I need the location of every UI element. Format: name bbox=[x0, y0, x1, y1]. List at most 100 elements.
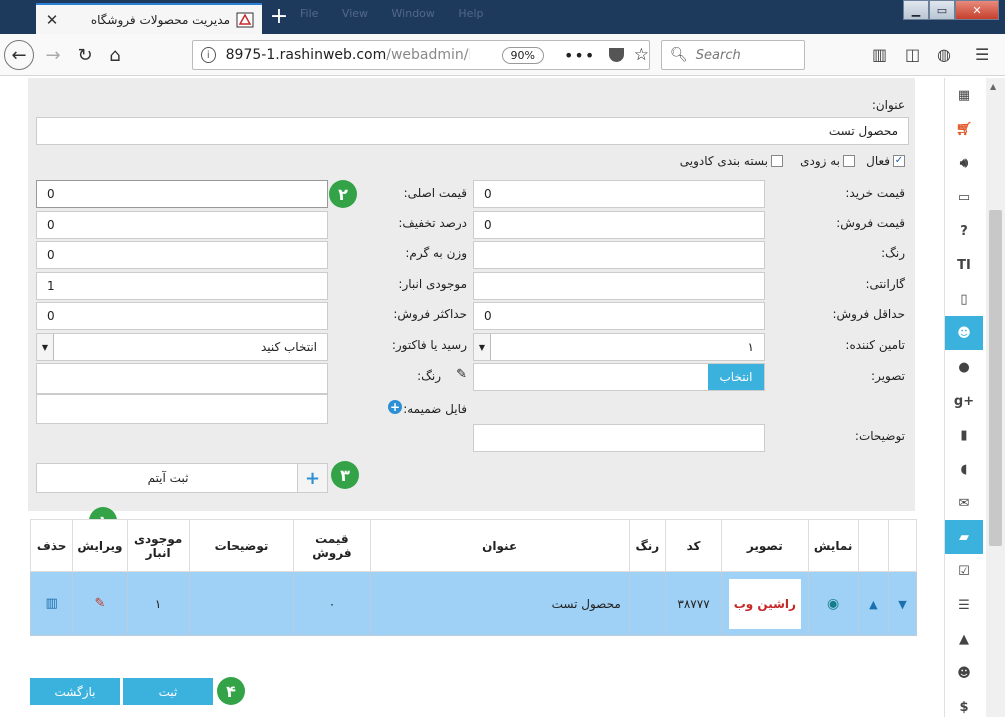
active-checkbox-label: فعال bbox=[866, 154, 890, 168]
add-item-plus-button[interactable]: + bbox=[297, 464, 327, 492]
search-input[interactable]: 🔍︎ Search bbox=[661, 40, 805, 70]
back-arrow-icon[interactable]: ← bbox=[4, 40, 34, 70]
gift-wrap-checkbox-box[interactable] bbox=[771, 155, 783, 167]
monitor-icon[interactable]: ▭ bbox=[945, 180, 983, 214]
user-icon[interactable]: ● bbox=[945, 350, 983, 384]
color-picker-input[interactable] bbox=[36, 363, 328, 394]
trash-icon[interactable]: ▥ bbox=[45, 596, 57, 611]
forward-arrow-icon[interactable]: → bbox=[38, 40, 68, 70]
text-size-icon[interactable]: TI bbox=[945, 248, 983, 282]
title-input[interactable]: محصول تست bbox=[36, 117, 909, 145]
supplier-selected-value: ۱ bbox=[747, 340, 754, 354]
chevron-down-icon[interactable]: ▼ bbox=[37, 334, 54, 360]
step-badge-3: ۳ bbox=[331, 461, 359, 489]
minimize-button[interactable]: ▁ bbox=[903, 0, 929, 20]
sidebar-toggle-icon[interactable]: ◫ bbox=[905, 45, 920, 64]
bookmark-star-icon[interactable]: ☆ bbox=[634, 45, 649, 65]
window-controls: ▁ ▭ ✕ bbox=[903, 0, 999, 20]
dollar-icon[interactable]: $ bbox=[945, 690, 983, 717]
max-sale-input[interactable]: 0 bbox=[36, 302, 328, 330]
image-path-input[interactable]: انتخاب bbox=[473, 363, 765, 391]
arrow-down-icon[interactable]: ▼ bbox=[898, 598, 906, 611]
step-badge-4: ۴ bbox=[217, 677, 245, 705]
hamburger-menu-icon[interactable]: ☰ bbox=[975, 45, 989, 64]
coming-soon-checkbox-box[interactable] bbox=[843, 155, 855, 167]
page-actions-icon[interactable]: ••• bbox=[564, 46, 595, 65]
mobile-icon[interactable]: ▮ bbox=[945, 418, 983, 452]
description-input[interactable] bbox=[473, 424, 765, 452]
google-plus-icon[interactable]: g+ bbox=[945, 384, 983, 418]
group-icon[interactable]: ☻ bbox=[945, 656, 983, 690]
maximize-button[interactable]: ▭ bbox=[929, 0, 955, 20]
film-icon[interactable]: ▦ bbox=[945, 78, 983, 112]
question-icon[interactable]: ? bbox=[945, 214, 983, 248]
pencil-icon[interactable]: ✎ bbox=[94, 596, 105, 611]
scroll-up-icon[interactable]: ▲ bbox=[990, 82, 996, 91]
road-icon[interactable]: ▲ bbox=[945, 622, 983, 656]
speaker-icon[interactable]: 🔊︎ bbox=[945, 146, 983, 180]
library-icon[interactable]: ▥ bbox=[872, 45, 887, 64]
menu-item-window[interactable]: Window bbox=[392, 7, 435, 20]
close-tab-icon[interactable]: ✕ bbox=[44, 11, 60, 29]
active-checkbox[interactable]: ✓ فعال bbox=[866, 154, 905, 168]
add-attachment-icon[interactable]: + bbox=[388, 400, 402, 414]
checkbox-icon[interactable]: ☑ bbox=[945, 554, 983, 588]
invoice-select[interactable]: انتخاب کنید ▼ bbox=[36, 333, 328, 361]
move-up-cell: ▲ bbox=[857, 571, 889, 636]
discount-percent-input[interactable]: 0 bbox=[36, 211, 328, 239]
reload-icon[interactable]: ↻ bbox=[70, 40, 100, 70]
gift-wrap-checkbox-label: بسته بندی کادویی bbox=[679, 154, 768, 168]
add-item-label[interactable]: ثبت آیتم bbox=[37, 464, 299, 492]
menu-item-file[interactable]: File bbox=[300, 7, 318, 20]
original-price-input[interactable]: 0 bbox=[36, 180, 328, 208]
address-bar[interactable]: i 8975-1.rashinweb.com/webadmin/Eshop 90… bbox=[192, 40, 650, 70]
attachment-input[interactable] bbox=[36, 394, 328, 424]
stock-input[interactable]: 1 bbox=[36, 272, 328, 300]
sale-price-input[interactable]: 0 bbox=[473, 211, 765, 239]
menu-item-help[interactable]: Help bbox=[458, 7, 483, 20]
menu-bar: File View Window Help bbox=[300, 7, 503, 20]
info-icon[interactable]: i bbox=[201, 47, 216, 63]
file-icon[interactable]: ▯ bbox=[945, 282, 983, 316]
purchase-price-input[interactable]: 0 bbox=[473, 180, 765, 208]
close-window-button[interactable]: ✕ bbox=[955, 0, 999, 20]
page-scrollbar[interactable]: ▲ bbox=[986, 78, 1005, 717]
active-checkbox-box[interactable]: ✓ bbox=[893, 155, 905, 167]
weight-input[interactable]: 0 bbox=[36, 241, 328, 269]
url-path: /webadmin/Eshop bbox=[386, 47, 469, 63]
menu-item-view[interactable]: View bbox=[342, 7, 368, 20]
arrow-up-icon[interactable]: ▲ bbox=[869, 598, 877, 611]
coming-soon-checkbox[interactable]: به زودی bbox=[800, 154, 855, 168]
new-tab-button[interactable]: + bbox=[268, 5, 290, 29]
eyedropper-icon[interactable]: ✎ bbox=[456, 367, 467, 382]
url-text[interactable]: 8975-1.rashinweb.com/webadmin/Eshop bbox=[226, 47, 470, 63]
warranty-input[interactable] bbox=[473, 272, 765, 300]
users-icon[interactable]: ☻ bbox=[945, 316, 983, 350]
eye-icon[interactable]: ◉ bbox=[827, 596, 839, 612]
globe-icon[interactable]: ◍ bbox=[937, 45, 951, 64]
supplier-select[interactable]: ۱ ▼ bbox=[473, 333, 765, 361]
scroll-thumb[interactable] bbox=[989, 210, 1002, 546]
min-sale-label: حداقل فروش: bbox=[832, 307, 905, 321]
folder-open-icon[interactable]: ▰ bbox=[945, 520, 983, 554]
color-input[interactable] bbox=[473, 241, 765, 269]
cart-icon[interactable]: 🛒︎ bbox=[945, 112, 983, 146]
gift-wrap-checkbox[interactable]: بسته بندی کادویی bbox=[680, 154, 783, 168]
zoom-level[interactable]: 90% bbox=[501, 46, 544, 64]
envelope-icon[interactable]: ✉ bbox=[945, 486, 983, 520]
list-icon[interactable]: ☰ bbox=[945, 588, 983, 622]
color-label: رنگ: bbox=[881, 246, 905, 260]
save-button[interactable]: ثبت bbox=[123, 678, 213, 705]
browser-tab[interactable]: ✕ مدیریت محصولات فروشگاه bbox=[36, 3, 262, 34]
header-stock: موجودی انبار bbox=[126, 519, 190, 572]
stock-cell: ۱ bbox=[126, 571, 190, 636]
product-thumbnail[interactable]: راشین وب bbox=[728, 578, 801, 629]
back-button[interactable]: بازگشت bbox=[30, 678, 120, 705]
pocket-icon[interactable] bbox=[609, 48, 624, 62]
chevron-down-icon[interactable]: ▼ bbox=[474, 334, 491, 360]
min-sale-input[interactable]: 0 bbox=[473, 302, 765, 330]
choose-image-button[interactable]: انتخاب bbox=[708, 364, 764, 390]
chat-icon[interactable]: ◖ bbox=[945, 452, 983, 486]
thumbnail-logo: راشین وب bbox=[733, 596, 796, 611]
home-icon[interactable]: ⌂ bbox=[100, 40, 130, 70]
